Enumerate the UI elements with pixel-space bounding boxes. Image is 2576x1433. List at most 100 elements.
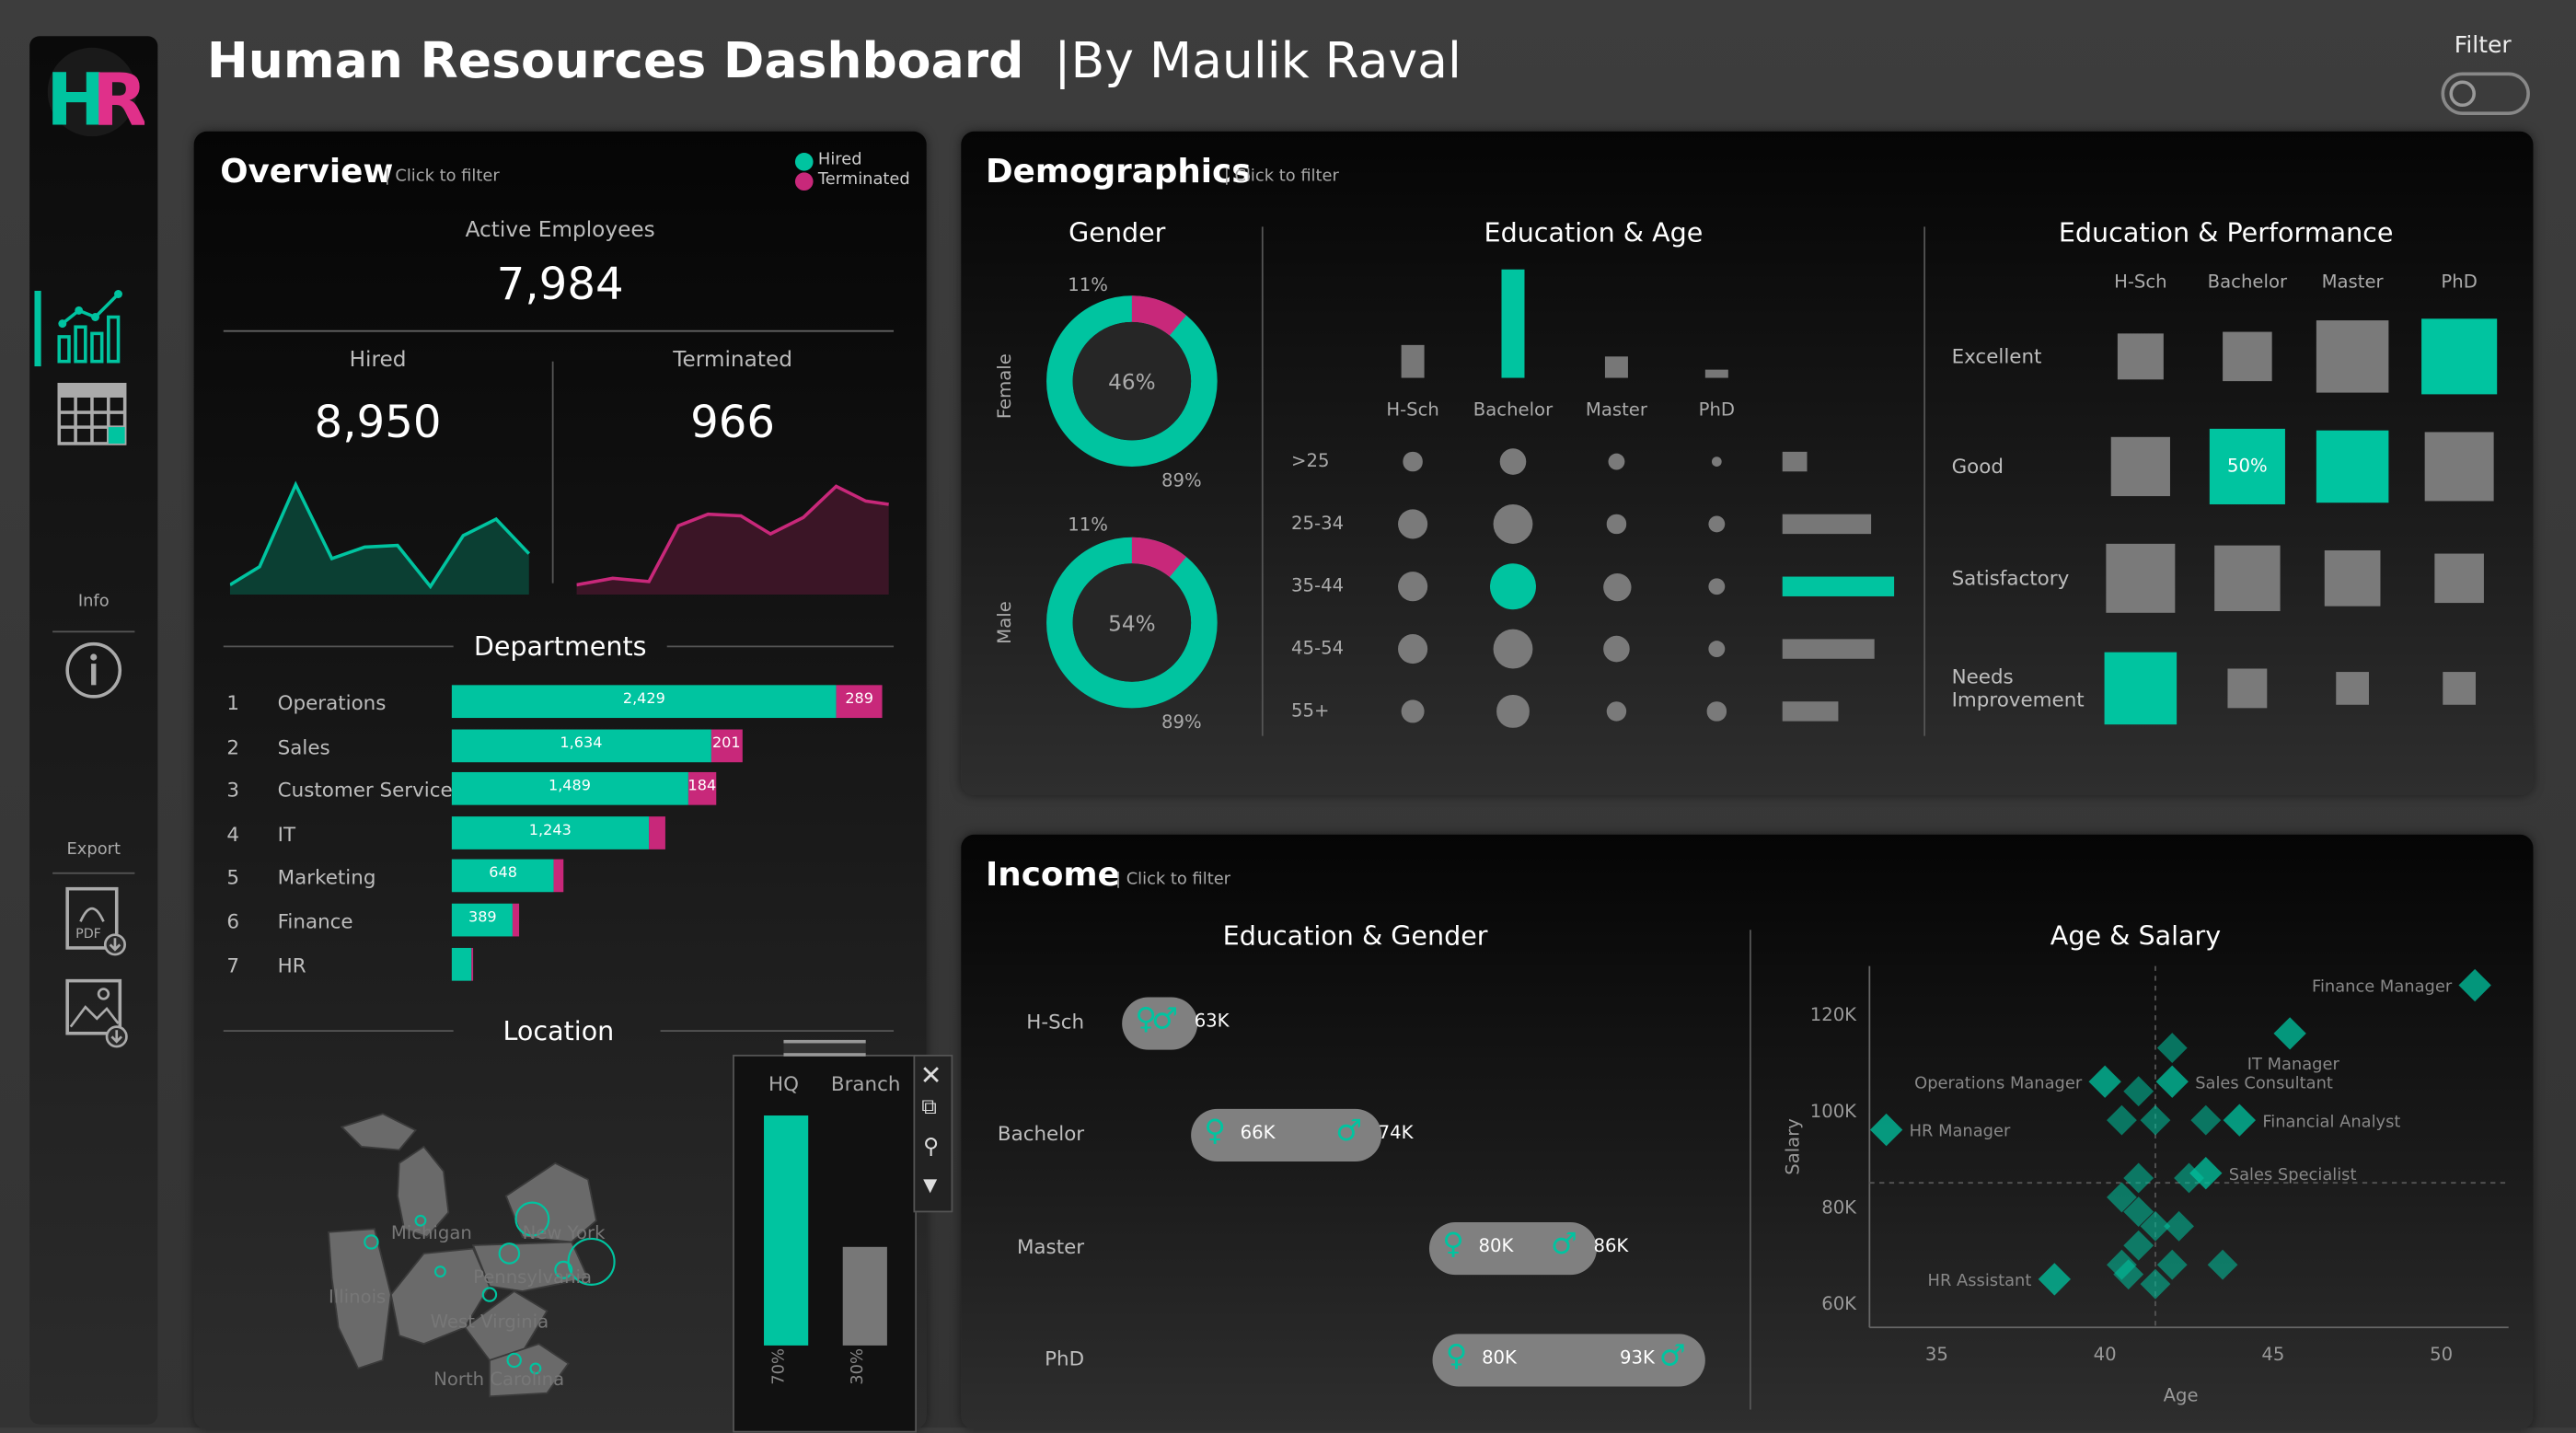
edu-age-bubble[interactable] [1708,577,1726,595]
terminated-value: 966 [690,397,776,449]
demographics-hint[interactable]: | Click to filter [1224,168,1339,186]
perf-cell[interactable] [2228,669,2267,708]
hr-logo[interactable]: H R [40,46,147,143]
terminated-sparkline[interactable] [576,477,893,595]
female-donut[interactable]: 46% [1043,293,1220,470]
dept-rank: 7 [226,953,239,977]
perf-cell[interactable] [2110,436,2171,497]
demographics-title: Demographics [986,151,1252,191]
dept-terminated-bar[interactable] [648,815,666,849]
pin-icon[interactable]: ⚲ [923,1135,939,1160]
edu-age-bubble[interactable] [1606,700,1627,722]
edu-age-bubble[interactable] [1496,695,1530,728]
edu-gender-second-value: 93K [1620,1346,1655,1369]
legend-terminated-label: Terminated [817,170,910,190]
edu-age-top-bar[interactable] [1604,355,1628,378]
dashboard-nav-icon[interactable] [56,287,132,366]
edu-age-bubble[interactable] [1397,572,1428,602]
dept-hired-bar[interactable]: 1,489 [451,772,688,805]
info-icon[interactable] [64,641,123,699]
perf-cell[interactable] [2336,672,2369,705]
edu-age-bubble[interactable] [1492,629,1533,670]
edu-age-bubble[interactable] [1400,699,1426,724]
edu-age-side-bar[interactable] [1782,451,1808,472]
edu-age-bubble[interactable] [1602,572,1631,601]
dept-hired-bar[interactable]: 389 [451,903,514,937]
edu-gender-pill[interactable]: ♀ ♂ [1122,997,1198,1050]
perf-cell[interactable] [2421,318,2498,395]
dept-terminated-bar[interactable]: 201 [710,728,743,762]
edu-age-side-bar[interactable] [1782,701,1839,722]
perf-cell[interactable] [2316,319,2389,393]
perf-cell[interactable] [2104,652,2177,725]
overview-hint[interactable]: | Click to filter [385,168,500,186]
edu-age-bubble[interactable] [1489,563,1536,610]
edu-age-bubble[interactable] [1708,515,1726,533]
perf-cell[interactable] [2117,332,2165,381]
edu-age-top-bar[interactable] [1501,269,1525,378]
male-donut[interactable]: 54% [1043,534,1220,711]
female-icon: ♀ [1204,1114,1226,1149]
dept-hired-bar[interactable]: 648 [451,860,555,893]
edu-age-bubble[interactable] [1397,633,1428,664]
popout-icon[interactable]: ⧉ [921,1096,937,1121]
branch-bar[interactable] [842,1246,887,1346]
hired-label: Hired [349,348,407,374]
dept-terminated-bar[interactable]: 184 [687,772,717,805]
perf-cell[interactable] [2316,430,2389,503]
perf-cell[interactable] [2423,431,2495,503]
edu-age-bubble[interactable] [1499,448,1527,475]
edu-age-bubble[interactable] [1608,453,1625,470]
table-nav-icon[interactable] [57,382,130,448]
legend-hired-label: Hired [817,151,862,169]
edu-age-top-bar[interactable] [1704,369,1728,378]
edu-age-bubble[interactable] [1492,503,1533,545]
location-map[interactable]: Michigan New York Illinois Pennsylvania … [325,1097,752,1409]
edu-age-bubble[interactable] [1607,514,1626,534]
dropdown-icon[interactable]: ▼ [923,1174,937,1196]
perf-cell[interactable] [2105,542,2177,614]
edu-age-side-bar[interactable] [1782,576,1895,596]
edu-age-bubble[interactable] [1708,640,1726,658]
edu-age-bubble[interactable] [1711,456,1722,467]
edu-gender-pill[interactable]: ♀ ♂ [1432,1334,1705,1387]
export-image-icon[interactable] [64,977,130,1050]
dept-hired-bar[interactable]: 1,243 [451,815,649,849]
perf-cell[interactable]: 50% [2209,428,2285,504]
demographics-panel: Demographics | Click to filter Gender Fe… [961,131,2534,795]
filter-toggle[interactable] [2441,72,2530,115]
edu-gender-title: Education & Gender [1222,919,1488,952]
perf-col-label: Bachelor [2207,271,2288,293]
close-icon[interactable]: ✕ [920,1059,942,1091]
perf-cell[interactable] [2443,672,2476,705]
hq-bar[interactable] [764,1115,809,1346]
edu-age-bubble[interactable] [1603,635,1630,663]
popup-drag-handle[interactable] [783,1039,866,1057]
location-popup[interactable]: HQ Branch 70% 30% [733,1039,918,1433]
dept-hired-bar[interactable]: 1,634 [451,728,711,762]
age-salary-chart[interactable]: 35 40 45 50 120K 100K 80K 60K Age Salary Finance M… [1766,950,2522,1427]
edu-age-bubble[interactable] [1403,452,1423,471]
dept-name: Marketing [277,866,376,890]
dept-hired-bar[interactable] [451,947,471,980]
edu-age-bubble[interactable] [1707,701,1727,722]
dept-terminated-bar[interactable] [554,860,563,893]
export-pdf-icon[interactable]: PDF [64,885,130,958]
dept-hired-bar[interactable]: 2,429 [451,685,837,719]
edu-age-side-bar[interactable] [1782,514,1872,535]
dept-terminated-bar[interactable]: 289 [836,685,883,719]
dept-terminated-bar[interactable] [470,947,474,980]
hired-sparkline[interactable] [229,477,534,595]
x-tick-label: 45 [2261,1344,2284,1365]
edu-age-top-bar[interactable] [1401,345,1425,378]
perf-cell[interactable] [2222,330,2273,382]
perf-cell[interactable] [2433,552,2485,604]
perf-cell[interactable] [2324,549,2381,607]
edu-age-side-bar[interactable] [1782,639,1875,659]
dept-terminated-bar[interactable] [513,903,520,937]
edu-age-bubble[interactable] [1397,509,1428,539]
income-hint[interactable]: | Click to filter [1115,871,1230,889]
edu-gender-pill[interactable]: ♀ ♂ [1191,1108,1382,1161]
perf-col-label: Master [2321,271,2384,293]
perf-cell[interactable] [2213,545,2281,612]
